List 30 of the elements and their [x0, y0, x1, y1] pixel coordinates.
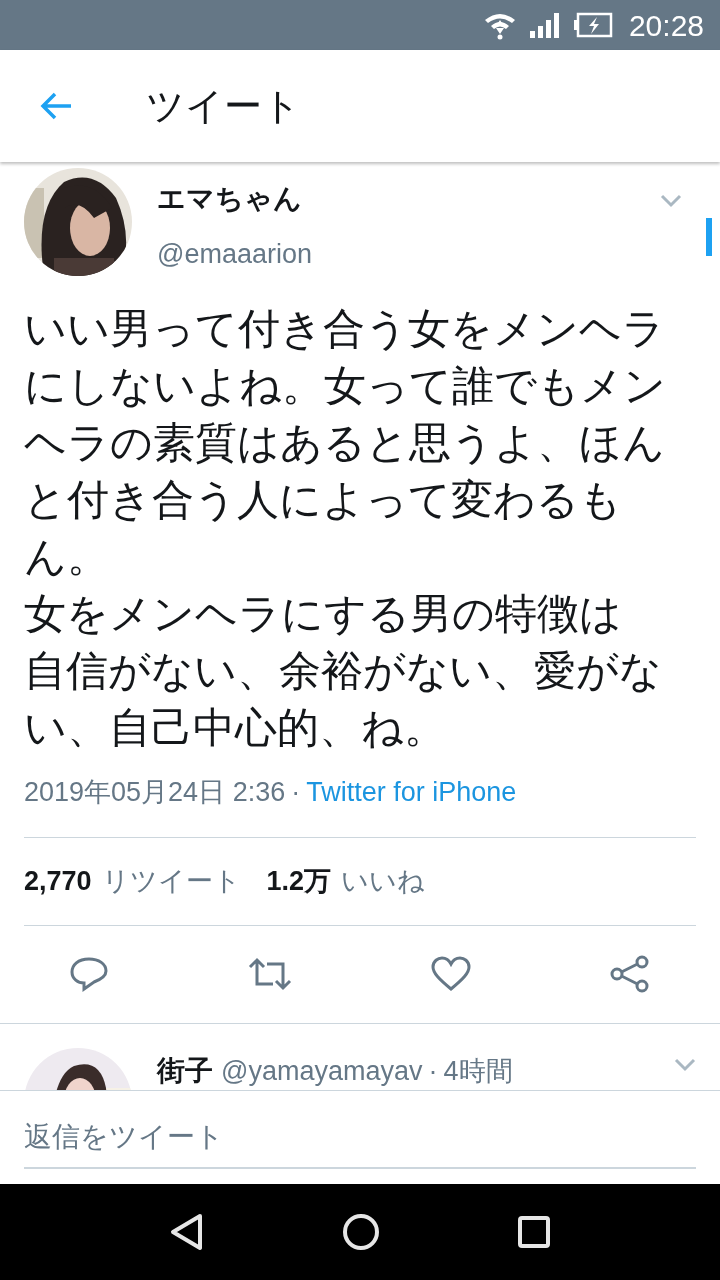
- back-arrow-icon: [39, 91, 73, 121]
- separator-dot: ·: [427, 1054, 439, 1088]
- reply-time: 4時間: [443, 1054, 513, 1088]
- reply-icon[interactable]: [70, 956, 108, 992]
- like-count: 1.2万: [266, 864, 332, 898]
- page-title: ツイート: [146, 83, 301, 129]
- battery-icon: [572, 12, 613, 38]
- status-time: 20:28: [628, 7, 704, 44]
- home-nav-icon[interactable]: [342, 1213, 380, 1251]
- separator-dot: ·: [290, 776, 302, 809]
- tweet-text: 女をメンヘラにする男の特徴は: [24, 589, 623, 639]
- back-nav-icon[interactable]: [168, 1213, 205, 1251]
- like-label: いいね: [341, 864, 426, 898]
- tweet-timestamp: 2019年05月24日 2:36: [24, 776, 286, 809]
- reply-input-field[interactable]: 返信をツイート: [24, 1107, 696, 1169]
- display-name: エマちゃん: [157, 182, 303, 216]
- scroll-indicator: [706, 218, 712, 256]
- retweet-label: リツイート: [101, 864, 241, 898]
- source-link[interactable]: Twitter for iPhone: [306, 772, 517, 813]
- tweet-text: いい男って付き合う女をメンヘラにしないよね。女って誰でもメンヘラの素質はあると思うよ、ほんと付き合う人によって変わるもん。: [24, 304, 667, 582]
- retweet-icon[interactable]: [246, 957, 293, 991]
- retweet-count: 2,770: [24, 864, 92, 898]
- signal-icon: [528, 11, 561, 39]
- share-icon[interactable]: [609, 955, 650, 993]
- reply-display-name: 街子: [157, 1053, 213, 1088]
- reply-user-handle: @yamayamayav: [221, 1054, 423, 1088]
- user-handle: @emaaarion: [157, 238, 312, 271]
- recents-nav-icon[interactable]: [517, 1215, 552, 1249]
- heart-icon[interactable]: [431, 956, 472, 992]
- tweet-text: 自信がない、余裕がない、愛がない、自己中心的、ね。: [24, 646, 663, 753]
